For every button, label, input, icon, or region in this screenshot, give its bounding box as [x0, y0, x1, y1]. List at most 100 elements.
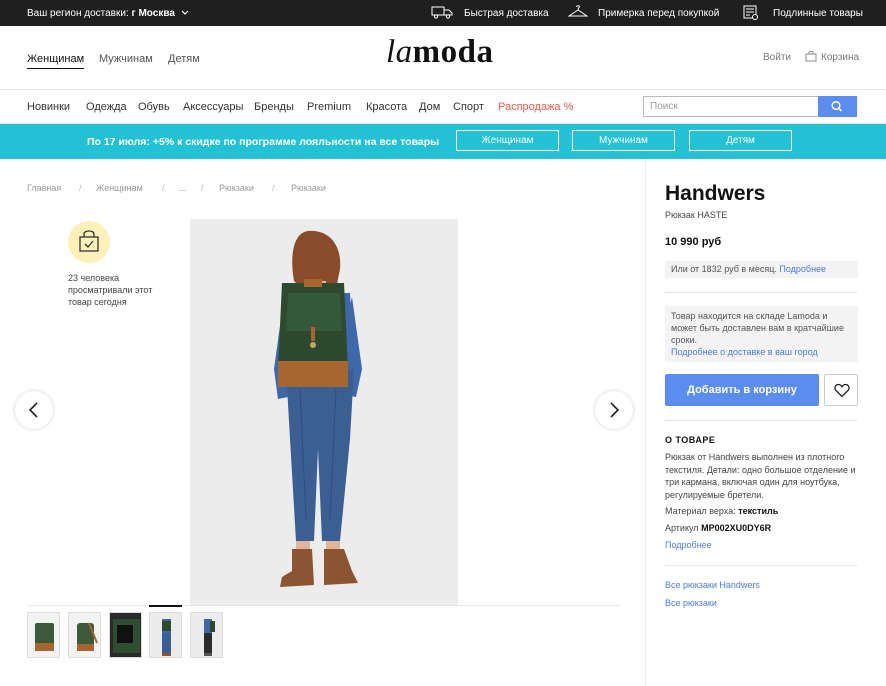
divider — [665, 420, 858, 421]
promo-banner: По 17 июля: +5% к скидке по программе ло… — [0, 124, 886, 159]
divider — [665, 565, 858, 566]
active-thumbnail-indicator — [149, 605, 182, 607]
region-value: г Москва — [131, 8, 175, 19]
credit-more-link[interactable]: Подробнее — [779, 264, 826, 274]
breadcrumb-separator: / — [162, 183, 165, 193]
article-label: Артикул — [665, 523, 699, 533]
breadcrumb-separator: / — [201, 183, 204, 193]
material-value: текстиль — [738, 506, 779, 516]
product-photo[interactable] — [190, 219, 458, 605]
add-to-cart-button[interactable]: Добавить в корзину — [665, 374, 819, 406]
thumbnail[interactable] — [109, 612, 142, 658]
previous-image-button[interactable] — [15, 391, 53, 429]
breadcrumb-item[interactable]: Женщинам — [96, 183, 143, 193]
search-icon — [831, 100, 843, 112]
promo-button-women[interactable]: Женщинам — [456, 130, 559, 151]
nav-item-premium[interactable]: Premium — [307, 101, 351, 113]
bag-icon — [805, 50, 817, 62]
nav-item-sport[interactable]: Спорт — [453, 101, 484, 113]
product-price: 10 990 руб — [665, 236, 722, 248]
nav-item-brands[interactable]: Бренды — [254, 101, 294, 113]
stock-text: Товар находится на складе Lamoda и может… — [671, 311, 844, 345]
thumbnail-divider — [27, 605, 620, 606]
feature-label: Подлинные товары — [773, 8, 863, 19]
all-brand-backpacks-link[interactable]: Все рюкзаки Handwers — [665, 580, 760, 590]
nav-item-clothes[interactable]: Одежда — [86, 101, 127, 113]
chevron-down-icon — [181, 10, 189, 15]
thumbnail[interactable] — [27, 612, 60, 658]
breadcrumb-separator: / — [272, 183, 275, 193]
promo-button-men[interactable]: Мужчинам — [572, 130, 675, 151]
next-image-button[interactable] — [595, 391, 633, 429]
feature-label: Быстрая доставка — [464, 8, 549, 19]
breadcrumb-item[interactable]: ... — [179, 183, 187, 193]
breadcrumb-separator: / — [79, 183, 82, 193]
all-backpacks-link[interactable]: Все рюкзаки — [665, 598, 717, 608]
heart-icon — [834, 383, 850, 398]
search-input[interactable]: Поиск — [643, 96, 819, 117]
nav-item-accessories[interactable]: Аксессуары — [183, 101, 243, 113]
backpack-front-image — [28, 613, 59, 657]
search-button[interactable] — [818, 96, 857, 117]
logo[interactable]: lamoda — [386, 34, 494, 71]
backpack-side-image — [69, 613, 100, 657]
certificate-icon — [743, 5, 758, 20]
stock-info: Товар находится на складе Lamoda и может… — [665, 306, 858, 362]
header: Женщинам Мужчинам Детям lamoda Войти Кор… — [0, 26, 886, 90]
gender-men[interactable]: Мужчинам — [99, 53, 153, 65]
product-model: Рюкзак HASTE — [665, 210, 728, 220]
login-link[interactable]: Войти — [763, 52, 791, 63]
chevron-right-icon — [610, 402, 620, 418]
thumbnail[interactable] — [68, 612, 101, 658]
top-bar: Ваш регион доставки: г Москва Быстрая до… — [0, 0, 886, 26]
material-label: Материал верха: — [665, 506, 736, 516]
breadcrumb-item[interactable]: Главная — [27, 183, 61, 193]
about-heading: О ТОВАРЕ — [665, 435, 716, 445]
region-selector[interactable]: Ваш регион доставки: г Москва — [27, 8, 189, 19]
model-side-image — [191, 613, 222, 657]
nav-item-new[interactable]: Новинки — [27, 101, 70, 113]
divider — [665, 292, 858, 293]
breadcrumb-item[interactable]: Рюкзаки — [291, 183, 326, 193]
material-spec: Материал верха: текстиль — [665, 506, 778, 516]
model-with-backpack-image — [190, 219, 458, 605]
truck-icon — [431, 6, 453, 19]
gender-kids[interactable]: Детям — [168, 53, 200, 65]
cart-link[interactable]: Корзина — [821, 52, 859, 63]
article-spec: Артикул MP002XU0DY6R — [665, 523, 771, 533]
promo-text: По 17 июля: +5% к скидке по программе ло… — [87, 136, 440, 148]
favorite-button[interactable] — [824, 374, 858, 406]
logo-part: la — [386, 34, 413, 70]
nav-item-home[interactable]: Дом — [419, 101, 440, 113]
nav-item-sale[interactable]: Распродажа % — [498, 101, 573, 113]
category-nav: Новинки Одежда Обувь Аксессуары Бренды P… — [0, 90, 886, 124]
feature-label: Примерка перед покупкой — [598, 8, 720, 19]
breadcrumb-item[interactable]: Рюкзаки — [219, 183, 254, 193]
nav-item-shoes[interactable]: Обувь — [138, 101, 170, 113]
credit-text: Или от 1832 руб в месяц. — [671, 264, 777, 274]
feature-fast-delivery[interactable]: Быстрая доставка — [431, 6, 549, 19]
logo-part: moda — [412, 34, 494, 70]
product-brand[interactable]: Handwers — [665, 182, 765, 206]
model-back-image — [150, 613, 181, 657]
hanger-icon — [568, 5, 588, 17]
column-divider — [645, 159, 646, 686]
viewed-badge — [68, 221, 110, 263]
gender-women[interactable]: Женщинам — [27, 53, 85, 69]
viewed-text: 23 человека просматривали этот товар сег… — [68, 273, 153, 307]
thumbnail[interactable] — [190, 612, 223, 658]
feature-authentic[interactable]: Подлинные товары — [743, 5, 863, 20]
chevron-left-icon — [28, 402, 38, 418]
article-value: MP002XU0DY6R — [701, 523, 772, 533]
credit-info: Или от 1832 руб в месяц. Подробнее — [665, 261, 858, 278]
backpack-inside-image — [110, 613, 141, 657]
thumbnail[interactable] — [149, 612, 182, 658]
delivery-info-link[interactable]: Подробнее о доставке в ваш город — [671, 347, 818, 357]
region-label: Ваш регион доставки: — [27, 8, 129, 19]
more-details-link[interactable]: Подробнее — [665, 540, 712, 550]
promo-button-kids[interactable]: Детям — [689, 130, 792, 151]
feature-fitting[interactable]: Примерка перед покупкой — [568, 5, 720, 19]
nav-item-beauty[interactable]: Красота — [366, 101, 407, 113]
about-text: Рюкзак от Handwers выполнен из плотного … — [665, 452, 856, 500]
shopping-bag-check-icon — [79, 230, 99, 252]
